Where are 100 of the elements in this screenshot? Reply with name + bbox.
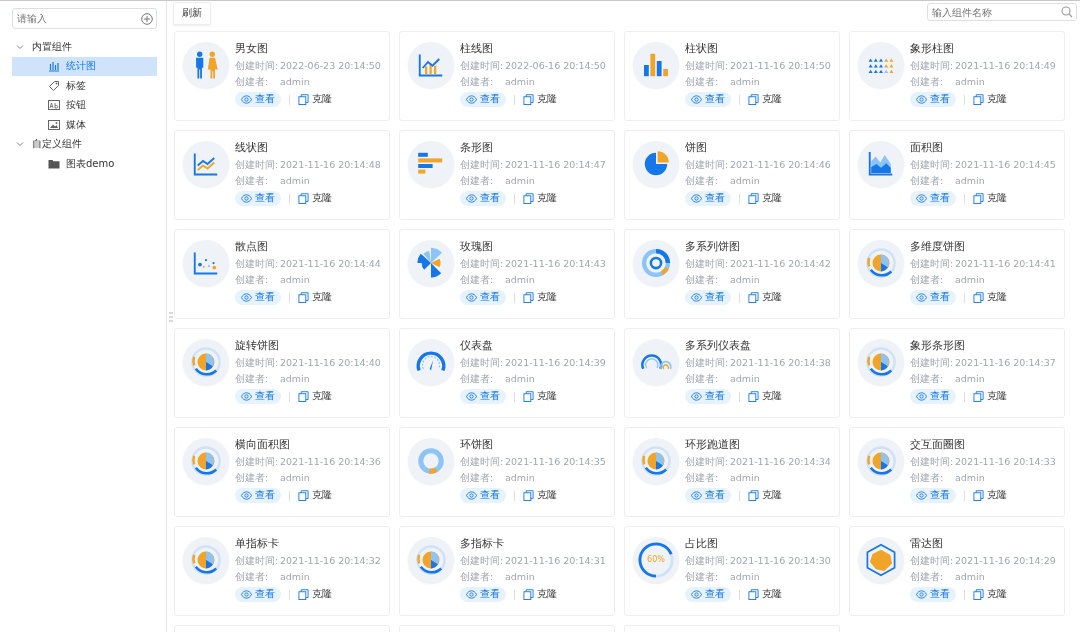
clone-button[interactable]: 克隆 bbox=[523, 191, 557, 206]
field-label: 创建者: bbox=[460, 570, 495, 584]
clone-button[interactable]: 克隆 bbox=[748, 389, 782, 404]
field-label: 创建者: bbox=[910, 174, 945, 188]
view-button[interactable]: 查看 bbox=[910, 488, 956, 503]
view-button[interactable]: 查看 bbox=[910, 389, 956, 404]
copy-icon bbox=[973, 193, 984, 204]
clone-button[interactable]: 克隆 bbox=[523, 587, 557, 602]
field-label: 创建者: bbox=[460, 75, 495, 89]
tree-group[interactable]: 内置组件 bbox=[32, 39, 72, 54]
field-label: 创建时间: bbox=[235, 257, 280, 271]
tree-item[interactable]: 按钮 bbox=[12, 95, 157, 115]
clone-button[interactable]: 克隆 bbox=[973, 587, 1007, 602]
caret-icon[interactable] bbox=[16, 42, 24, 51]
copy-icon bbox=[748, 391, 759, 402]
view-button[interactable]: 查看 bbox=[910, 587, 956, 602]
clone-button[interactable]: 克隆 bbox=[298, 488, 332, 503]
view-button[interactable]: 查看 bbox=[460, 92, 506, 107]
clone-button[interactable]: 克隆 bbox=[973, 488, 1007, 503]
field-label: 创建者: bbox=[235, 372, 270, 386]
clone-button[interactable]: 克隆 bbox=[523, 290, 557, 305]
created-time: 2021-11-16 20:14:30 bbox=[730, 554, 831, 568]
created-time: 2022-06-16 20:14:50 bbox=[505, 59, 606, 73]
view-button[interactable]: 查看 bbox=[685, 92, 731, 107]
card-title: 旋转饼图 bbox=[235, 338, 280, 353]
clone-button[interactable]: 克隆 bbox=[973, 290, 1007, 305]
clone-button[interactable]: 克隆 bbox=[298, 191, 332, 206]
clone-button[interactable]: 克隆 bbox=[298, 587, 332, 602]
view-button[interactable]: 查看 bbox=[235, 92, 281, 107]
copy-icon bbox=[973, 391, 984, 402]
card-title: 交互面圈图 bbox=[910, 437, 966, 452]
card-title: 柱状图 bbox=[685, 41, 719, 56]
created-time: 2021-11-16 20:14:40 bbox=[280, 356, 381, 370]
field-label: 创建者: bbox=[685, 372, 720, 386]
clone-button[interactable]: 克隆 bbox=[748, 92, 782, 107]
eye-icon bbox=[241, 193, 252, 204]
view-button[interactable]: 查看 bbox=[235, 488, 281, 503]
view-button[interactable]: 查看 bbox=[460, 191, 506, 206]
search-field[interactable]: 请输入 bbox=[12, 8, 157, 29]
created-time: 2021-11-16 20:14:32 bbox=[280, 554, 381, 568]
view-button[interactable]: 查看 bbox=[235, 587, 281, 602]
creator-name: admin bbox=[955, 273, 985, 287]
view-button[interactable]: 查看 bbox=[235, 389, 281, 404]
view-button[interactable]: 查看 bbox=[685, 191, 731, 206]
clone-button[interactable]: 克隆 bbox=[748, 290, 782, 305]
view-button[interactable]: 查看 bbox=[910, 290, 956, 305]
view-button[interactable]: 查看 bbox=[685, 389, 731, 404]
copy-icon bbox=[973, 589, 984, 600]
view-button[interactable]: 查看 bbox=[460, 290, 506, 305]
view-button[interactable]: 查看 bbox=[460, 587, 506, 602]
clone-button[interactable]: 克隆 bbox=[748, 587, 782, 602]
search-field[interactable]: 输入组件名称 bbox=[927, 3, 1077, 21]
tree-item[interactable]: 图表demo bbox=[12, 154, 157, 174]
clone-button[interactable]: 克隆 bbox=[973, 389, 1007, 404]
view-button[interactable]: 查看 bbox=[685, 290, 731, 305]
caret-icon[interactable] bbox=[16, 140, 24, 149]
search-icon[interactable] bbox=[1061, 6, 1073, 18]
field-label: 创建时间: bbox=[685, 356, 730, 370]
created-time: 2021-11-16 20:14:43 bbox=[505, 257, 606, 271]
view-button[interactable]: 查看 bbox=[460, 389, 506, 404]
field-label: 创建者: bbox=[910, 372, 945, 386]
refresh-button[interactable]: 刷新 bbox=[173, 2, 211, 25]
clone-button[interactable]: 克隆 bbox=[523, 488, 557, 503]
clone-button[interactable]: 克隆 bbox=[748, 488, 782, 503]
view-button[interactable]: 查看 bbox=[685, 488, 731, 503]
card-title: 多系列饼图 bbox=[685, 239, 741, 254]
creator-name: admin bbox=[955, 75, 985, 89]
view-button[interactable]: 查看 bbox=[235, 290, 281, 305]
copy-icon bbox=[523, 490, 534, 501]
copy-icon bbox=[748, 589, 759, 600]
creator-name: admin bbox=[280, 273, 310, 287]
clone-button[interactable]: 克隆 bbox=[748, 191, 782, 206]
clone-button[interactable]: 克隆 bbox=[523, 389, 557, 404]
tree-item[interactable]: 标签 bbox=[12, 76, 157, 96]
view-button[interactable]: 查看 bbox=[910, 92, 956, 107]
created-time: 2021-11-16 20:14:38 bbox=[730, 356, 831, 370]
view-button[interactable]: 查看 bbox=[910, 191, 956, 206]
creator-name: admin bbox=[955, 174, 985, 188]
field-label: 创建时间: bbox=[685, 455, 730, 469]
creator-name: admin bbox=[955, 372, 985, 386]
card-title: 仪表盘 bbox=[460, 338, 494, 353]
tree-group[interactable]: 自定义组件 bbox=[32, 137, 82, 152]
eye-icon bbox=[241, 589, 252, 600]
creator-name: admin bbox=[730, 471, 760, 485]
view-button[interactable]: 查看 bbox=[685, 587, 731, 602]
clone-button[interactable]: 克隆 bbox=[523, 92, 557, 107]
tree-item[interactable]: 媒体 bbox=[12, 115, 157, 135]
clone-button[interactable]: 克隆 bbox=[298, 389, 332, 404]
card-title: 多指标卡 bbox=[460, 536, 505, 551]
tree-item[interactable]: 统计图 bbox=[12, 56, 157, 76]
view-button[interactable]: 查看 bbox=[235, 191, 281, 206]
created-time: 2021-11-16 20:14:31 bbox=[505, 554, 606, 568]
add-icon[interactable] bbox=[141, 12, 153, 25]
clone-button[interactable]: 克隆 bbox=[298, 290, 332, 305]
created-time: 2021-11-16 20:14:33 bbox=[955, 455, 1056, 469]
clone-button[interactable]: 克隆 bbox=[973, 92, 1007, 107]
creator-name: admin bbox=[280, 471, 310, 485]
clone-button[interactable]: 克隆 bbox=[973, 191, 1007, 206]
view-button[interactable]: 查看 bbox=[460, 488, 506, 503]
clone-button[interactable]: 克隆 bbox=[298, 92, 332, 107]
